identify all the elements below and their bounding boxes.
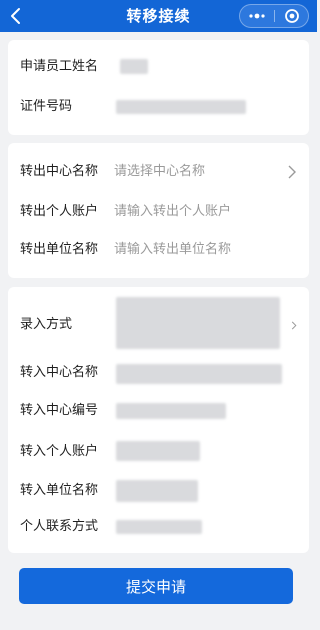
transfer-in-unit-label: 转入单位名称 [20, 483, 99, 498]
applicant-name-row[interactable]: 申请员工姓名 [20, 53, 297, 81]
transfer-out-center-row[interactable]: 转出中心名称 请选择中心名称 [20, 158, 297, 186]
chevron-right-icon [288, 165, 296, 179]
applicant-name-value-redacted [120, 59, 148, 74]
entry-method-value-redacted [116, 297, 280, 349]
transfer-in-account-row[interactable]: 转入个人账户 [20, 438, 297, 466]
more-icon[interactable] [240, 5, 275, 27]
transfer-out-account-input[interactable]: 请输入转出个人账户 [114, 198, 231, 226]
mini-program-capsule [239, 4, 309, 28]
transfer-in-center-code-label: 转入中心编号 [20, 403, 99, 418]
transfer-out-account-label: 转出个人账户 [20, 204, 99, 219]
close-target-icon[interactable] [275, 5, 309, 27]
transfer-out-unit-label: 转出单位名称 [20, 242, 99, 257]
applicant-name-label: 申请员工姓名 [20, 59, 99, 74]
contact-row[interactable]: 个人联系方式 [20, 513, 297, 541]
transfer-out-unit-row[interactable]: 转出单位名称 请输入转出单位名称 [20, 236, 297, 264]
transfer-out-card: 转出中心名称 请选择中心名称 转出个人账户 请输入转出个人账户 转出单位名称 请… [8, 143, 309, 278]
entry-method-label: 录入方式 [20, 317, 73, 332]
transfer-in-center-code-value-redacted [116, 403, 226, 419]
id-number-label: 证件号码 [20, 99, 73, 114]
entry-method-row[interactable]: 录入方式 [20, 297, 297, 349]
transfer-in-center-value-redacted [116, 364, 282, 384]
transfer-in-center-row[interactable]: 转入中心名称 [20, 359, 297, 387]
transfer-in-account-value-redacted [116, 441, 200, 461]
transfer-out-account-row[interactable]: 转出个人账户 请输入转出个人账户 [20, 198, 297, 226]
id-number-value-redacted [116, 100, 246, 114]
transfer-in-unit-value-redacted [116, 480, 198, 502]
transfer-out-center-label: 转出中心名称 [20, 164, 99, 179]
contact-label: 个人联系方式 [20, 519, 99, 534]
transfer-in-center-label: 转入中心名称 [20, 365, 99, 380]
transfer-out-unit-input[interactable]: 请输入转出单位名称 [114, 236, 231, 264]
transfer-out-center-select[interactable]: 请选择中心名称 [114, 158, 205, 186]
contact-value-redacted [116, 520, 202, 534]
transfer-in-card: 录入方式 转入中心名称 转入中心编号 转入个人账户 转入单位名称 个人联系方式 [8, 287, 309, 553]
transfer-in-account-label: 转入个人账户 [20, 444, 99, 459]
submit-application-button[interactable]: 提交申请 [19, 568, 293, 604]
id-number-row[interactable]: 证件号码 [20, 93, 297, 121]
nav-bar: 转移接续 [0, 0, 317, 32]
chevron-right-icon [291, 321, 297, 330]
transfer-in-unit-row[interactable]: 转入单位名称 [20, 477, 297, 505]
basic-info-card: 申请员工姓名 证件号码 [8, 40, 309, 135]
transfer-in-center-code-row[interactable]: 转入中心编号 [20, 397, 297, 425]
